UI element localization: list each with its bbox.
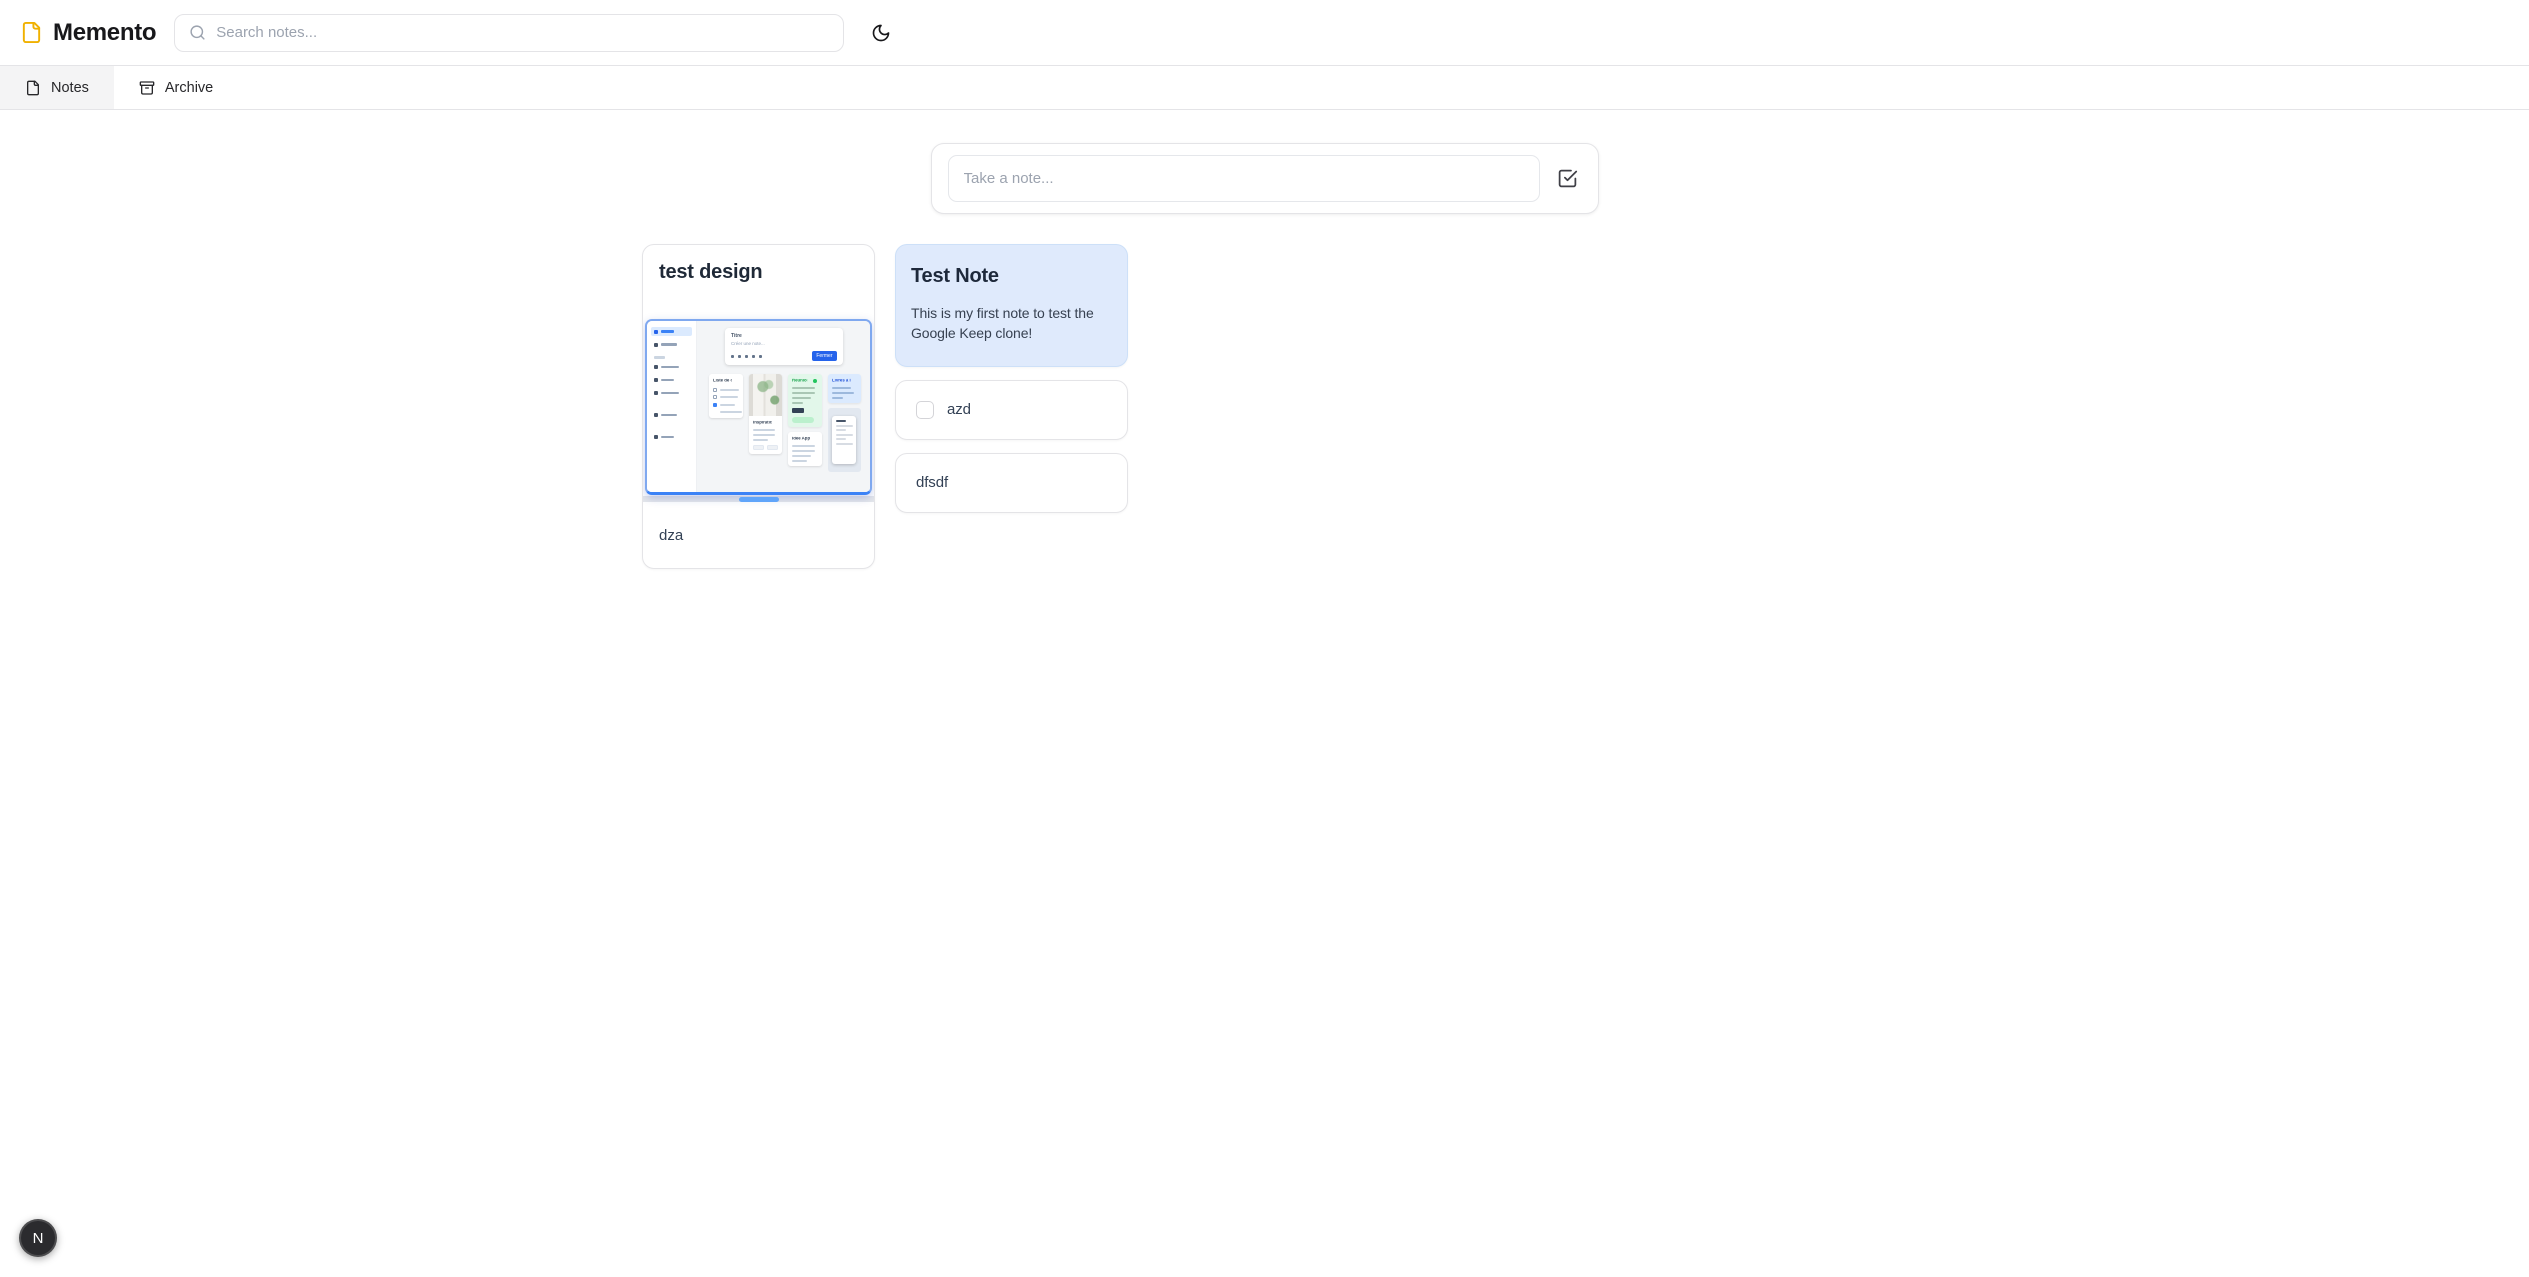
- grid-column-2: Test Note This is my first note to test …: [895, 244, 1128, 513]
- thumbnail-composer: Titre Créer une note... Fermer: [725, 328, 843, 365]
- grid-column-1: test design: [642, 244, 875, 569]
- composer-wrap: [0, 143, 2529, 214]
- note-icon: [25, 80, 41, 96]
- note-card-dfsdf[interactable]: dfsdf: [895, 453, 1128, 513]
- thumbnail-pin-icon: [813, 379, 817, 383]
- thumbnail-card-deco: Inspiration Déco: [749, 374, 783, 454]
- tab-bar: Notes Archive: [0, 65, 2529, 110]
- tab-notes-label: Notes: [51, 80, 89, 96]
- note-composer: [931, 143, 1599, 214]
- note-title: Test Note: [911, 265, 1112, 288]
- thumbnail-card-meeting: Réunion Q4: [788, 374, 822, 427]
- app-title: Memento: [53, 19, 156, 47]
- note-body: dfsdf: [916, 472, 948, 494]
- tab-archive[interactable]: Archive: [114, 66, 238, 109]
- archive-icon: [139, 80, 155, 96]
- app-header: Memento: [0, 0, 2529, 65]
- tab-notes[interactable]: Notes: [0, 66, 114, 109]
- note-card-test-note[interactable]: Test Note This is my first note to test …: [895, 244, 1128, 367]
- main-content: test design: [0, 143, 2529, 569]
- note-card-azd[interactable]: azd: [895, 380, 1128, 440]
- thumbnail-notes-grid: Liste de courses: [697, 365, 870, 472]
- search-input[interactable]: [216, 24, 829, 41]
- thumbnail-room-photo: [749, 374, 783, 416]
- thumbnail-phone-mockup: [828, 408, 862, 472]
- note-card-test-design[interactable]: test design: [642, 244, 875, 569]
- note-title: test design: [643, 245, 874, 284]
- checklist-checkbox[interactable]: [916, 401, 934, 419]
- thumbnail-app-window: Titre Créer une note... Fermer: [645, 319, 872, 495]
- note-body: azd: [947, 399, 971, 421]
- thumbnail-main-area: Titre Créer une note... Fermer: [697, 321, 870, 492]
- theme-toggle-button[interactable]: [862, 14, 900, 52]
- thumbnail-scroll-pill: [739, 497, 779, 502]
- thumbnail-card-idea: Idée App: [788, 432, 822, 466]
- user-avatar[interactable]: N: [19, 1219, 57, 1257]
- note-logo-icon: [20, 21, 43, 44]
- new-checklist-button[interactable]: [1554, 165, 1582, 193]
- app-logo: Memento: [20, 19, 156, 47]
- moon-icon: [871, 23, 891, 43]
- thumbnail-close-button: Fermer: [812, 351, 836, 361]
- check-square-icon: [1557, 168, 1578, 189]
- note-body: dza: [643, 507, 874, 568]
- thumbnail-card-shopping: Liste de courses: [709, 374, 743, 418]
- tab-archive-label: Archive: [165, 80, 213, 96]
- user-initial: N: [33, 1230, 44, 1247]
- take-note-input[interactable]: [948, 155, 1540, 202]
- thumbnail-sidebar: [647, 321, 697, 492]
- search-bar[interactable]: [174, 14, 844, 52]
- note-image-thumbnail: Titre Créer une note... Fermer: [643, 319, 874, 507]
- thumbnail-card-books: Livres à lire: [828, 374, 862, 403]
- notes-grid: test design: [642, 244, 1887, 569]
- search-icon: [189, 24, 206, 41]
- note-body: This is my first note to test the Google…: [911, 303, 1112, 344]
